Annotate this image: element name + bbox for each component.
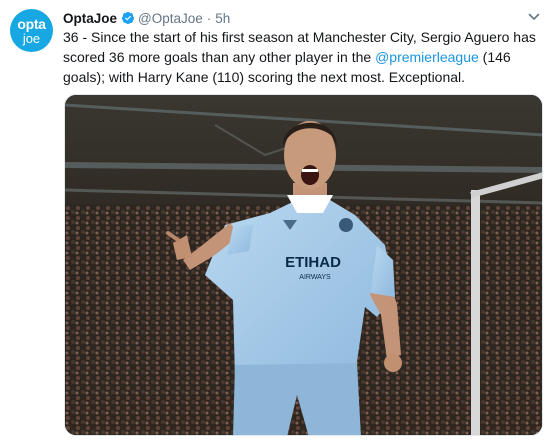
tweet-text: 36 - Since the start of his first season… — [63, 27, 543, 87]
user-handle[interactable]: @OptaJoe — [138, 11, 203, 26]
separator-dot: · — [206, 10, 212, 26]
avatar[interactable]: opta joe — [10, 9, 53, 52]
shirt-sponsor-text: ETIHAD — [285, 254, 341, 271]
tweet-card[interactable]: opta joe OptaJoe @OptaJoe · 5h 36 - Sinc… — [0, 0, 550, 444]
mention-link[interactable]: @premierleague — [375, 49, 479, 65]
tweet-media-photo[interactable]: ETIHAD AIRWAYS — [64, 94, 543, 436]
photo-player-celebrating: ETIHAD AIRWAYS — [65, 95, 542, 435]
avatar-text-line2: joe — [22, 30, 41, 46]
avatar-text-line1: opta — [17, 15, 46, 32]
verified-badge-icon — [121, 11, 135, 25]
shirt-sponsor-subtext: AIRWAYS — [299, 274, 331, 281]
display-name[interactable]: OptaJoe — [63, 11, 117, 26]
tweet-header: OptaJoe @OptaJoe · 5h — [63, 9, 230, 27]
timestamp[interactable]: 5h — [215, 11, 230, 26]
chevron-down-icon[interactable] — [527, 10, 541, 24]
